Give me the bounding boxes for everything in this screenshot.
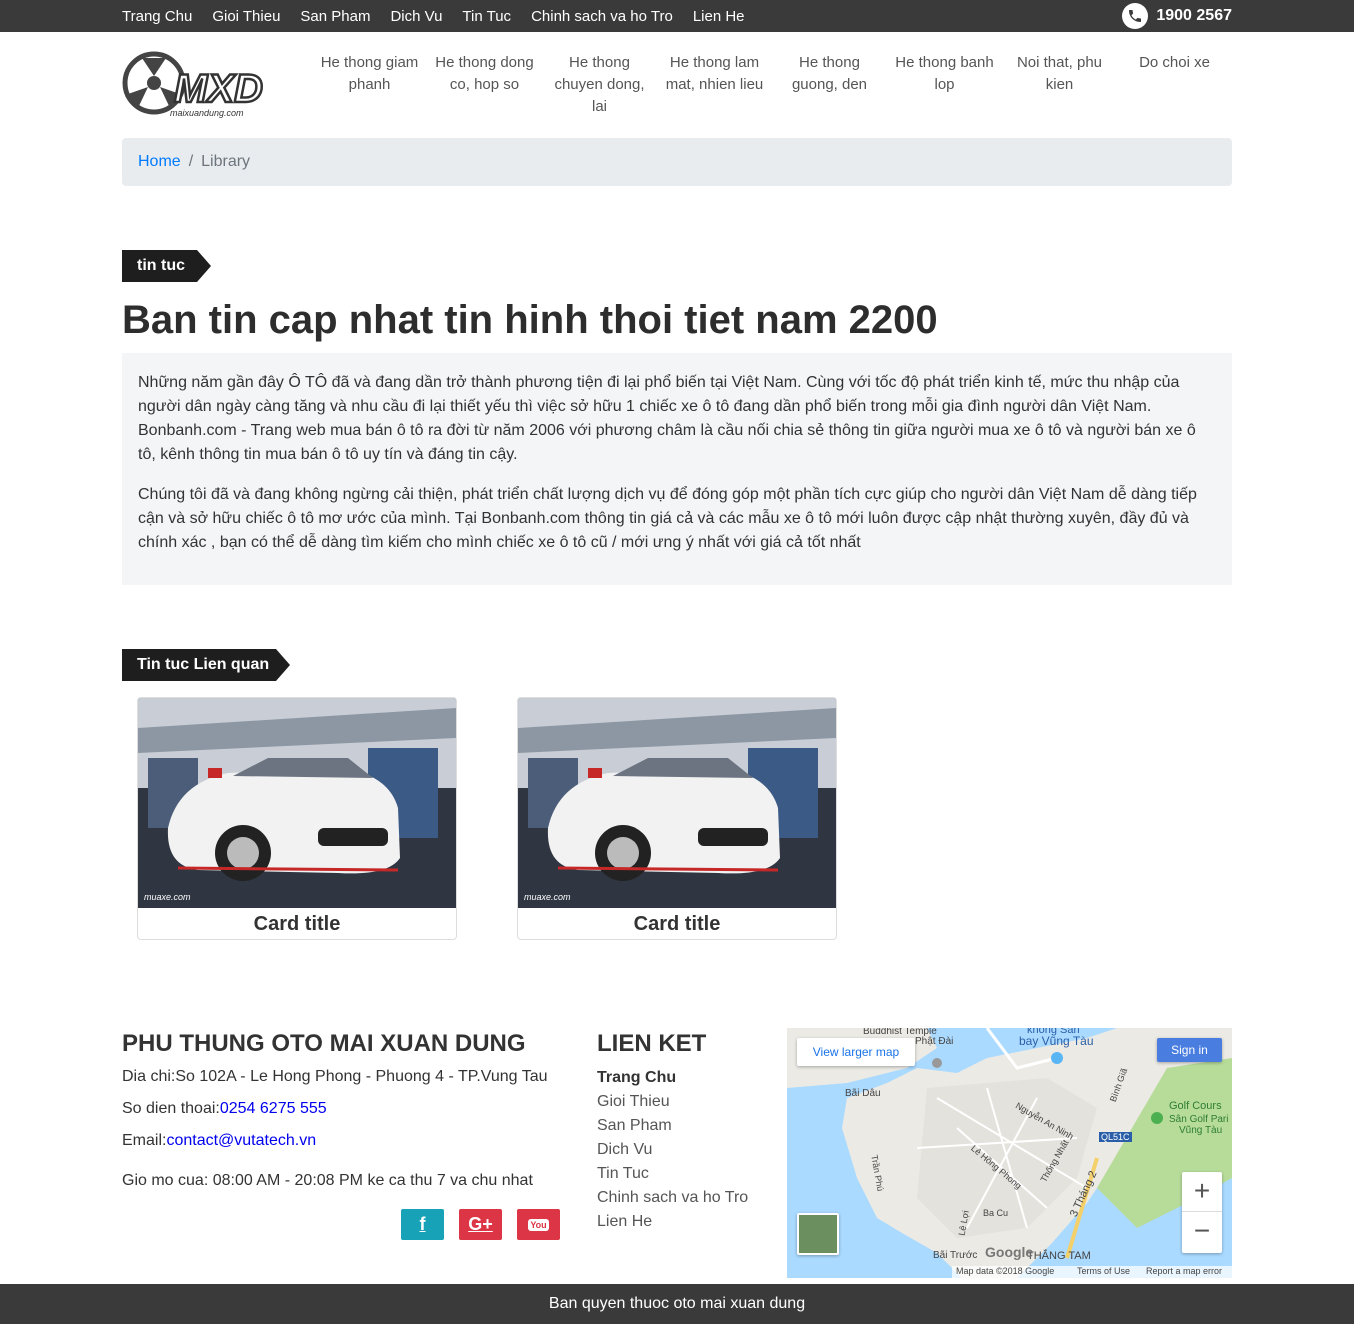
- footer-link-trang-chu[interactable]: Trang Chu: [597, 1066, 748, 1090]
- topnav-dich-vu[interactable]: Dich Vu: [390, 8, 442, 25]
- top-bar: Trang Chu Gioi Thieu San Pham Dich Vu Ti…: [0, 0, 1354, 32]
- map-label: bay Vũng Tàu: [1019, 1034, 1094, 1048]
- map-label: Vũng Tàu: [1179, 1125, 1223, 1136]
- footer-hours: Gio mo cua: 08:00 AM - 20:08 PM ke ca th…: [122, 1172, 533, 1189]
- topnav-trang-chu[interactable]: Trang Chu: [122, 8, 192, 25]
- card-title[interactable]: Card title: [138, 908, 456, 939]
- address-label: Dia chi:: [122, 1068, 176, 1085]
- zoom-control: + −: [1182, 1172, 1222, 1253]
- breadcrumb-separator: /: [188, 153, 194, 170]
- svg-text:muaxe.com: muaxe.com: [524, 892, 571, 902]
- footer-phone: So dien thoai:0254 6275 555: [122, 1100, 327, 1118]
- email-link[interactable]: contact@vutatech.vn: [166, 1132, 316, 1149]
- cat-dong-co[interactable]: He thong dong co, hop so: [427, 52, 542, 118]
- map-label: Sân Golf Pari: [1169, 1114, 1229, 1125]
- footer-links: Trang Chu Gioi Thieu San Pham Dich Vu Ti…: [597, 1066, 748, 1234]
- car-image: muaxe.com: [138, 698, 456, 908]
- related-card[interactable]: muaxe.com Card title: [517, 697, 837, 940]
- map-sign-in-button[interactable]: Sign in: [1157, 1038, 1222, 1062]
- map-label: Bãi Trước: [933, 1250, 978, 1261]
- cat-banh-lop[interactable]: He thong banh lop: [887, 52, 1002, 118]
- map-label: Ba Cu: [983, 1208, 1009, 1218]
- map-attribution-bar: Map data ©2018 Google Terms of Use Repor…: [952, 1266, 1232, 1278]
- article-title: Ban tin cap nhat tin hinh thoi tiet nam …: [122, 298, 938, 342]
- cat-guong-den[interactable]: He thong guong, den: [772, 52, 887, 118]
- category-nav: He thong giam phanh He thong dong co, ho…: [312, 52, 1232, 118]
- cat-chuyen-dong[interactable]: He thong chuyen dong, lai: [542, 52, 657, 118]
- svg-text:muaxe.com: muaxe.com: [144, 892, 191, 902]
- topnav-tin-tuc[interactable]: Tin Tuc: [462, 8, 511, 25]
- map-label: THẮNG TAM: [1027, 1250, 1091, 1262]
- footer-link-san-pham[interactable]: San Pham: [597, 1114, 748, 1138]
- map-label: QL51C: [1099, 1132, 1132, 1142]
- google-map[interactable]: Buddhist Temple Phật Đài khong Sân bay V…: [787, 1028, 1232, 1278]
- map-attribution: Map data ©2018 Google: [956, 1266, 1055, 1276]
- footer-company: PHU THUNG OTO MAI XUAN DUNG: [122, 1030, 526, 1057]
- footer-link-tin-tuc[interactable]: Tin Tuc: [597, 1162, 748, 1186]
- topnav-san-pham[interactable]: San Pham: [300, 8, 370, 25]
- map-label: Phật Đài: [915, 1036, 954, 1047]
- facebook-icon: f: [419, 1214, 426, 1234]
- copyright-bar: Ban quyen thuoc oto mai xuan dung: [0, 1284, 1354, 1324]
- logo-subtext: maixuandung.com: [170, 108, 244, 118]
- footer-email: Email:contact@vutatech.vn: [122, 1132, 316, 1150]
- youtube-button[interactable]: You: [517, 1209, 560, 1240]
- satellite-toggle[interactable]: [797, 1213, 839, 1255]
- zoom-in-icon[interactable]: +: [1182, 1172, 1222, 1212]
- footer-address: Dia chi:So 102A - Le Hong Phong - Phuong…: [122, 1068, 548, 1086]
- map-label: Golf Cours: [1169, 1100, 1222, 1112]
- article-tag: tin tuc: [122, 250, 211, 282]
- phone-icon: [1122, 3, 1149, 29]
- view-larger-map-button[interactable]: View larger map: [797, 1038, 915, 1066]
- phone-link[interactable]: 0254 6275 555: [220, 1100, 327, 1117]
- footer-link-lien-he[interactable]: Lien He: [597, 1210, 748, 1234]
- site-logo[interactable]: MXD maixuandung.com: [122, 50, 284, 120]
- topnav-lien-he[interactable]: Lien He: [693, 8, 745, 25]
- phone-contact[interactable]: 1900 2567: [1122, 3, 1232, 29]
- article-body: Những năm gần đây Ô TÔ đã và đang dần tr…: [122, 353, 1232, 585]
- map-report-link[interactable]: Report a map error: [1146, 1266, 1222, 1276]
- car-image: muaxe.com: [518, 698, 836, 908]
- phone-label: So dien thoai:: [122, 1100, 220, 1117]
- breadcrumb-current: Library: [201, 153, 251, 170]
- footer-links-title: LIEN KET: [597, 1030, 707, 1057]
- map-label: Bãi Dâu: [845, 1088, 881, 1099]
- article-paragraph: Chúng tôi đã và đang không ngừng cải thi…: [138, 486, 1197, 551]
- cat-giam-phanh[interactable]: He thong giam phanh: [312, 52, 427, 118]
- phone-number: 1900 2567: [1156, 7, 1232, 24]
- google-plus-icon: G+: [468, 1214, 493, 1234]
- facebook-button[interactable]: f: [401, 1209, 444, 1240]
- footer-link-chinh-sach[interactable]: Chinh sach va ho Tro: [597, 1186, 748, 1210]
- address-value: So 102A - Le Hong Phong - Phuong 4 - TP.…: [175, 1068, 548, 1085]
- breadcrumb: Home / Library: [122, 138, 1232, 186]
- cat-do-choi[interactable]: Do choi xe: [1117, 52, 1232, 118]
- card-title[interactable]: Card title: [518, 908, 836, 939]
- related-tag: Tin tuc Lien quan: [122, 649, 290, 681]
- breadcrumb-home[interactable]: Home: [138, 153, 181, 171]
- email-label: Email:: [122, 1132, 167, 1149]
- google-plus-button[interactable]: G+: [459, 1209, 502, 1240]
- related-card[interactable]: muaxe.com Card title: [137, 697, 457, 940]
- topnav-gioi-thieu[interactable]: Gioi Thieu: [212, 8, 280, 25]
- cat-noi-that[interactable]: Noi that, phu kien: [1002, 52, 1117, 118]
- google-logo: Google: [985, 1244, 1034, 1260]
- map-terms-link[interactable]: Terms of Use: [1077, 1266, 1130, 1276]
- top-nav: Trang Chu Gioi Thieu San Pham Dich Vu Ti…: [122, 0, 765, 32]
- zoom-out-icon[interactable]: −: [1182, 1212, 1222, 1252]
- cat-lam-mat[interactable]: He thong lam mat, nhien lieu: [657, 52, 772, 118]
- sign-in-label: Sign in: [1171, 1043, 1208, 1057]
- footer-link-gioi-thieu[interactable]: Gioi Thieu: [597, 1090, 748, 1114]
- article-paragraph: Những năm gần đây Ô TÔ đã và đang dần tr…: [138, 374, 1196, 463]
- youtube-icon: You: [528, 1218, 549, 1231]
- footer-link-dich-vu[interactable]: Dich Vu: [597, 1138, 748, 1162]
- topnav-chinh-sach[interactable]: Chinh sach va ho Tro: [531, 8, 673, 25]
- logo-text: MXD: [174, 67, 263, 111]
